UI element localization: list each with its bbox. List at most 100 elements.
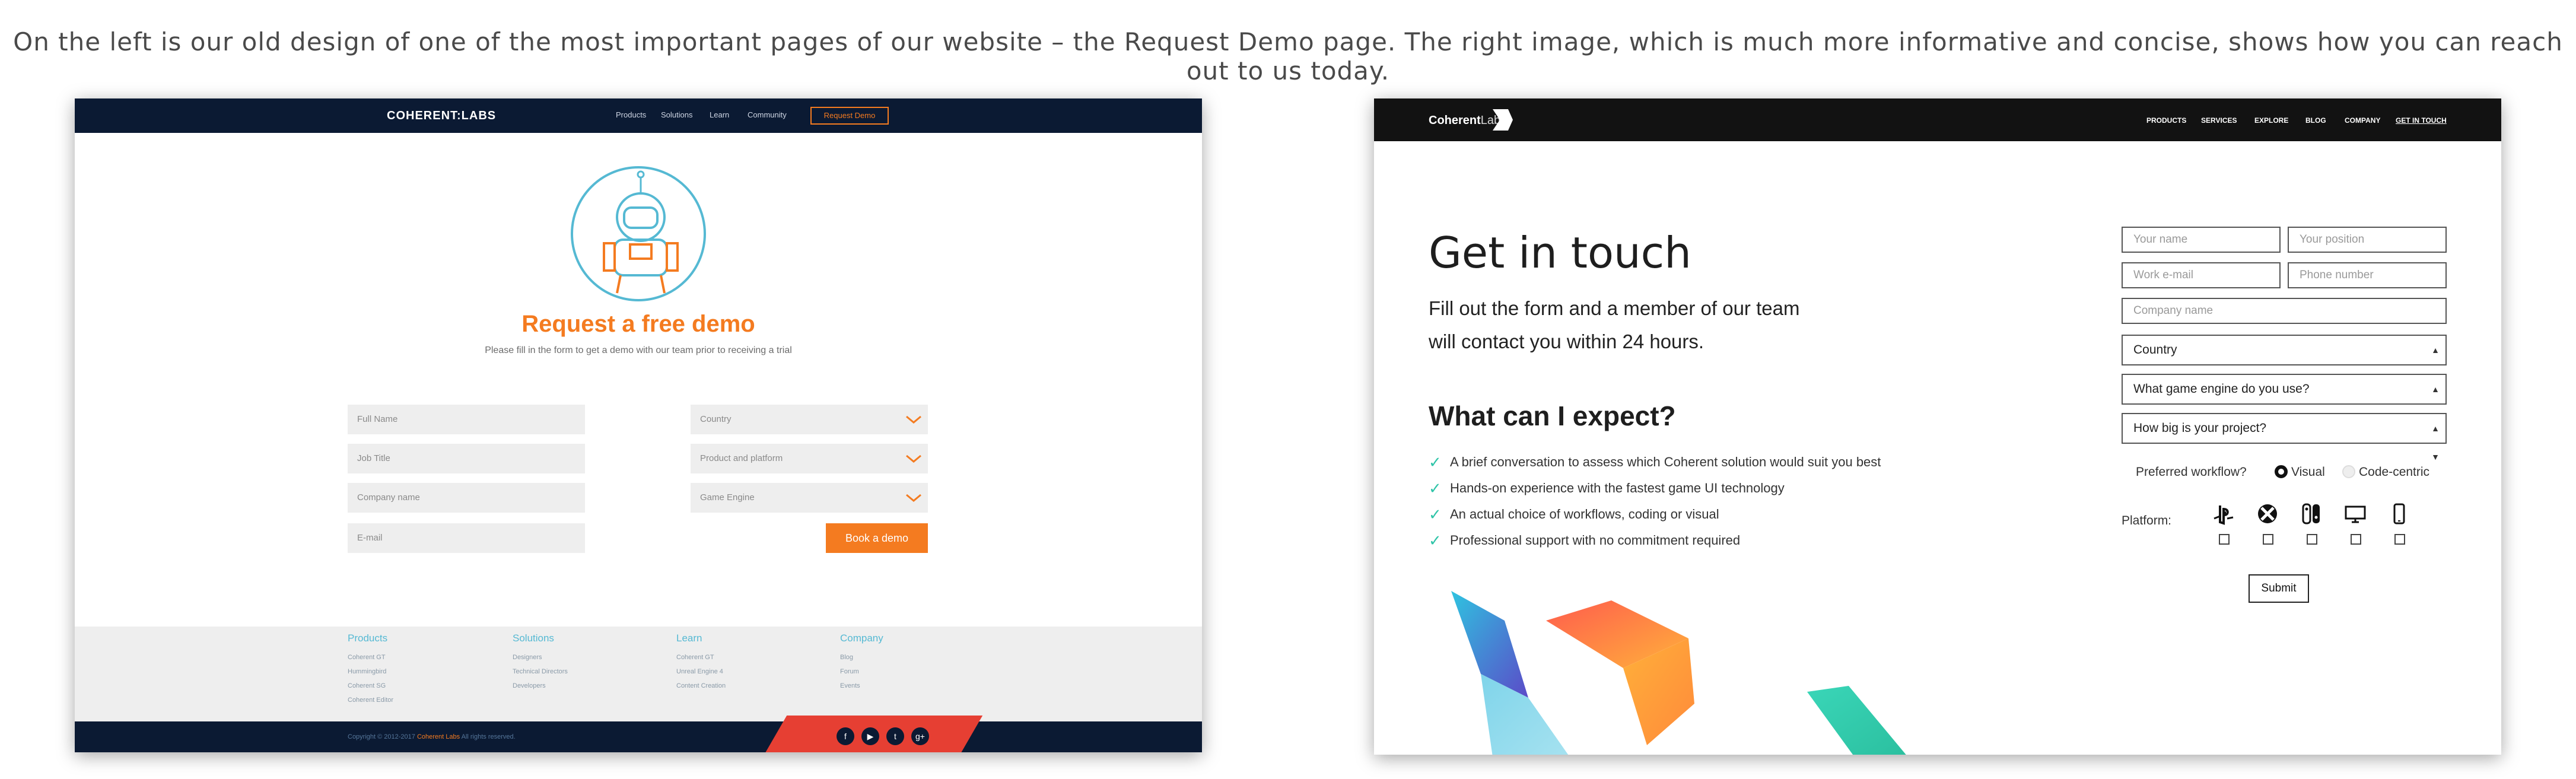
desktop-icon	[2345, 505, 2366, 523]
copyright-suffix: All rights reserved.	[461, 733, 516, 740]
footer-link[interactable]: Technical Directors	[513, 664, 568, 679]
old-footer-col-solutions: Solutions Designers Technical Directors …	[513, 632, 568, 693]
country-select-label: Country	[2133, 343, 2177, 357]
work-email-input[interactable]: Work e-mail	[2122, 262, 2281, 288]
coherent-logo-icon	[1493, 109, 1513, 131]
get-in-touch-heading: Get in touch	[1429, 228, 1691, 278]
chevron-down-icon	[906, 494, 921, 502]
old-engine-label: Game Engine	[700, 492, 755, 503]
platform-mobile-checkbox[interactable]	[2394, 534, 2405, 545]
footer-heading: Company	[840, 632, 883, 644]
footer-link[interactable]: Coherent GT	[348, 650, 393, 664]
footer-link[interactable]: Forum	[840, 664, 883, 679]
expect-item: Professional support with no commitment …	[1429, 532, 1903, 550]
old-book-demo-button[interactable]: Book a demo	[826, 523, 928, 553]
expect-item: An actual choice of workflows, coding or…	[1429, 505, 1903, 524]
footer-link[interactable]: Coherent Editor	[348, 693, 393, 707]
project-size-select-label: How big is your project?	[2133, 421, 2267, 435]
old-design-screenshot: COHERENT:LABS Products Solutions Learn C…	[75, 98, 1202, 752]
astronaut-illustration	[571, 166, 706, 301]
decorative-shapes	[1451, 591, 1906, 755]
astronaut-icon	[603, 170, 679, 294]
mobile-icon	[2393, 503, 2405, 524]
workflow-code-radio[interactable]	[2342, 465, 2355, 478]
old-full-name-field[interactable]: Full Name	[348, 405, 585, 434]
new-nav-company[interactable]: COMPANY	[2345, 116, 2380, 125]
country-select[interactable]: Country ▲▼	[2122, 335, 2447, 383]
copyright-prefix: Copyright © 2012-2017	[348, 733, 415, 740]
platform-switch-checkbox[interactable]	[2307, 534, 2317, 545]
footer-link[interactable]: Coherent SG	[348, 679, 393, 693]
new-nav-products[interactable]: PRODUCTS	[2146, 116, 2186, 125]
select-arrows-icon: ▲▼	[2431, 424, 2440, 462]
new-nav-explore[interactable]: EXPLORE	[2254, 116, 2288, 125]
new-nav-services[interactable]: SERVICES	[2201, 116, 2237, 125]
platform-xbox-checkbox[interactable]	[2263, 534, 2273, 545]
old-footer-col-company: Company Blog Forum Events	[840, 632, 883, 693]
old-product-select[interactable]: Product and platform	[691, 444, 928, 473]
new-nav-get-in-touch[interactable]: GET IN TOUCH	[2396, 116, 2447, 125]
platform-label: Platform:	[2122, 514, 2172, 527]
footer-link[interactable]: Content Creation	[676, 679, 726, 693]
footer-link[interactable]: Unreal Engine 4	[676, 664, 726, 679]
footer-heading: Solutions	[513, 632, 554, 644]
chevron-down-icon	[906, 415, 921, 424]
old-country-select[interactable]: Country	[691, 405, 928, 434]
footer-link[interactable]: Coherent GT	[676, 650, 726, 664]
google-plus-icon[interactable]: g+	[911, 727, 929, 745]
old-logo[interactable]: COHERENT:LABS	[387, 109, 496, 123]
twitter-icon[interactable]: t	[886, 727, 904, 745]
intro-line-1: Fill out the form and a member of our te…	[1429, 297, 1800, 319]
footer-heading: Products	[348, 632, 388, 644]
logo-bold: Coherent	[1429, 114, 1481, 127]
old-nav-community[interactable]: Community	[748, 110, 787, 119]
new-nav-blog[interactable]: BLOG	[2305, 116, 2326, 125]
footer-link[interactable]: Designers	[513, 650, 568, 664]
footer-link[interactable]: Events	[840, 679, 883, 693]
old-nav-products[interactable]: Products	[616, 110, 646, 119]
old-nav-learn[interactable]: Learn	[710, 110, 729, 119]
game-engine-select[interactable]: What game engine do you use? ▲▼	[2122, 374, 2447, 422]
xbox-icon	[2258, 504, 2277, 523]
footer-link[interactable]: Hummingbird	[348, 664, 393, 679]
workflow-visual-label: Visual	[2291, 465, 2325, 479]
new-nav-bar	[1374, 98, 2501, 141]
phone-number-input[interactable]: Phone number	[2288, 262, 2447, 288]
old-company-field[interactable]: Company name	[348, 483, 585, 513]
platform-playstation-checkbox[interactable]	[2219, 534, 2230, 545]
playstation-icon	[2214, 505, 2234, 525]
new-design-screenshot: CoherentLabs PRODUCTS SERVICES EXPLORE B…	[1374, 98, 2501, 755]
project-size-select[interactable]: How big is your project? ▲ ▼	[2122, 413, 2447, 462]
submit-button[interactable]: Submit	[2249, 574, 2309, 603]
old-request-demo-button[interactable]: Request Demo	[810, 107, 889, 125]
footer-link[interactable]: Blog	[840, 650, 883, 664]
old-job-title-field[interactable]: Job Title	[348, 444, 585, 473]
company-name-input[interactable]: Company name	[2122, 298, 2447, 324]
intro-line-2: will contact you within 24 hours.	[1429, 330, 1704, 352]
copyright-brand[interactable]: Coherent Labs	[417, 733, 460, 740]
workflow-code-label: Code-centric	[2359, 465, 2430, 479]
expect-heading: What can I expect?	[1429, 400, 1676, 431]
old-bottom-bar	[75, 721, 1202, 752]
old-engine-select[interactable]: Game Engine	[691, 483, 928, 513]
youtube-icon[interactable]: ▶	[861, 727, 879, 745]
chevron-down-icon	[906, 454, 921, 463]
intro-text: Fill out the form and a member of our te…	[1429, 292, 1844, 358]
old-footer-col-products: Products Coherent GT Hummingbird Coheren…	[348, 632, 393, 707]
old-copyright: Copyright © 2012-2017 Coherent Labs All …	[348, 733, 516, 740]
footer-link[interactable]: Developers	[513, 679, 568, 693]
old-nav-solutions[interactable]: Solutions	[661, 110, 692, 119]
facebook-icon[interactable]: f	[837, 727, 854, 745]
old-page-subtitle: Please fill in the form to get a demo wi…	[485, 345, 792, 355]
old-product-label: Product and platform	[700, 453, 783, 463]
old-country-label: Country	[700, 414, 732, 424]
workflow-visual-radio[interactable]	[2275, 465, 2288, 478]
platform-desktop-checkbox[interactable]	[2351, 534, 2361, 545]
your-position-input[interactable]: Your position	[2288, 227, 2447, 253]
old-email-field[interactable]: E-mail	[348, 523, 585, 553]
your-name-input[interactable]: Your name	[2122, 227, 2281, 253]
footer-heading: Learn	[676, 632, 702, 644]
workflow-label: Preferred workflow?	[2136, 465, 2247, 479]
page-caption: On the left is our old design of one of …	[13, 27, 2563, 85]
expect-item: A brief conversation to assess which Coh…	[1429, 453, 1903, 472]
